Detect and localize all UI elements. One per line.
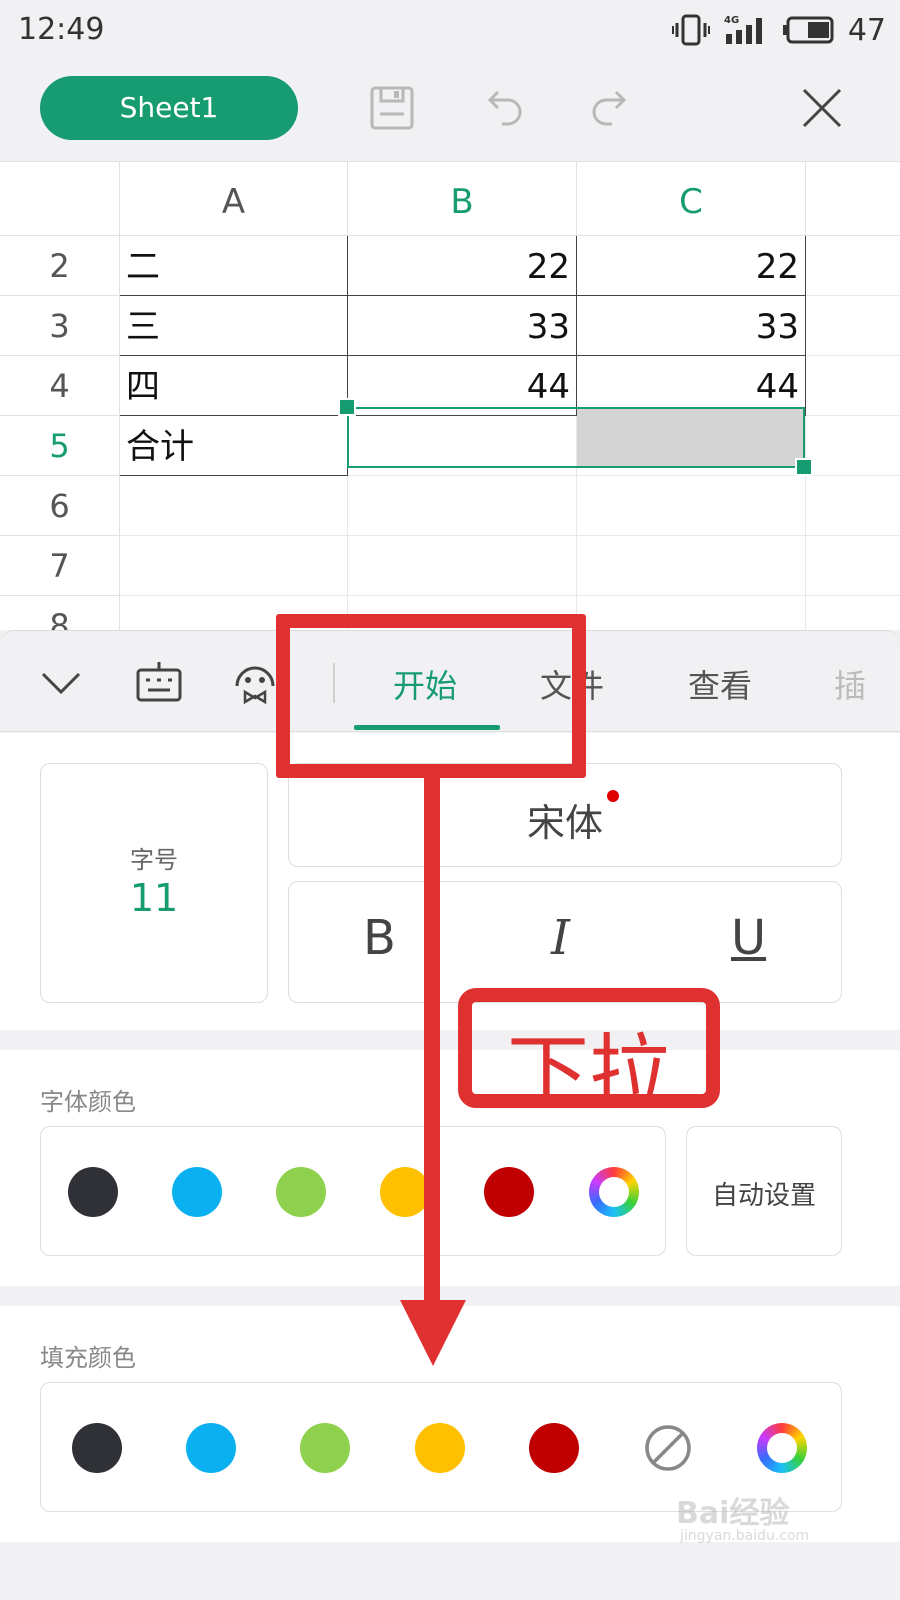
undo-icon[interactable] — [476, 82, 528, 134]
watermark-logo-text: Bai经验 — [676, 1496, 790, 1531]
status-time: 12:49 — [18, 12, 105, 47]
cell-a7[interactable] — [120, 536, 348, 596]
corner-cell[interactable] — [0, 162, 120, 236]
row-header[interactable]: 4 — [0, 356, 120, 416]
cell-a2[interactable]: 二 — [120, 236, 348, 296]
fill-color-swatch-yellow[interactable] — [415, 1423, 465, 1473]
selection-box — [347, 407, 805, 468]
cell-a4[interactable]: 四 — [120, 356, 348, 416]
cell-a3[interactable]: 三 — [120, 296, 348, 356]
column-header-b[interactable]: B — [348, 162, 577, 236]
redo-icon[interactable] — [586, 82, 638, 134]
font-color-swatch-blue[interactable] — [172, 1167, 222, 1217]
cell-c6[interactable] — [577, 476, 806, 536]
bold-button[interactable]: B — [363, 910, 396, 966]
row-header[interactable]: 3 — [0, 296, 120, 356]
font-color-title: 字体颜色 — [40, 1088, 136, 1116]
close-icon[interactable] — [796, 82, 848, 134]
font-name: 宋体 — [526, 801, 603, 845]
new-badge-dot — [607, 790, 619, 802]
font-name-button[interactable]: 宋体 — [288, 763, 842, 867]
cell-d6[interactable] — [806, 476, 900, 536]
fill-color-swatch-green[interactable] — [300, 1423, 350, 1473]
tab-view[interactable]: 查看 — [688, 661, 752, 707]
selection-handle-end[interactable] — [795, 458, 813, 476]
no-fill-icon[interactable] — [643, 1423, 693, 1473]
selection-handle-start[interactable] — [338, 398, 356, 416]
watermark-url: jingyan.baidu.com — [680, 1528, 810, 1544]
cell-b3[interactable]: 33 — [348, 296, 577, 356]
cell-b2[interactable]: 22 — [348, 236, 577, 296]
cell-d5[interactable] — [806, 416, 900, 476]
status-icons: 4G 47 — [671, 12, 886, 48]
cell-d3[interactable] — [806, 296, 900, 356]
text-style-group: B I U — [288, 881, 842, 1003]
collapse-chevron-down-icon[interactable] — [36, 657, 86, 707]
status-bar: 12:49 4G 47 — [0, 0, 900, 60]
annotation-label: 下拉 — [506, 1026, 671, 1121]
annotation-highlight-box — [276, 614, 586, 778]
baidu-jingyan-watermark: Bai经验 jingyan.baidu.com — [676, 1488, 876, 1558]
assistant-face-icon[interactable] — [230, 657, 280, 707]
row-header[interactable]: 7 — [0, 536, 120, 596]
row-header[interactable]: 8 — [0, 596, 120, 632]
row-header[interactable]: 2 — [0, 236, 120, 296]
tab-insert[interactable]: 插 — [834, 661, 866, 707]
italic-button[interactable]: I — [551, 910, 570, 966]
keyboard-icon[interactable] — [134, 657, 184, 707]
sheet-tab[interactable]: Sheet1 — [40, 76, 298, 140]
annotation-label-box: 下拉 — [458, 988, 720, 1121]
font-size-value: 11 — [129, 876, 179, 920]
cell-c7[interactable] — [577, 536, 806, 596]
font-color-picker-icon[interactable] — [589, 1167, 639, 1217]
fill-color-picker-icon[interactable] — [757, 1423, 807, 1473]
column-header-c[interactable]: C — [577, 162, 806, 236]
signal-4g-icon: 4G — [724, 15, 762, 44]
cell-d4[interactable] — [806, 356, 900, 416]
font-color-swatch-black[interactable] — [68, 1167, 118, 1217]
cell-c8[interactable] — [577, 596, 806, 632]
underline-button[interactable]: U — [731, 910, 766, 966]
font-size-button[interactable]: 字号 11 — [40, 763, 268, 1003]
fill-color-swatch-blue[interactable] — [186, 1423, 236, 1473]
vibrate-icon — [671, 14, 710, 46]
top-bar: Sheet1 — [0, 60, 900, 162]
row-header[interactable]: 6 — [0, 476, 120, 536]
cell-d7[interactable] — [806, 536, 900, 596]
cell-a6[interactable] — [120, 476, 348, 536]
font-color-swatch-red[interactable] — [484, 1167, 534, 1217]
cell-d2[interactable] — [806, 236, 900, 296]
cell-d8[interactable] — [806, 596, 900, 632]
fill-color-swatch-black[interactable] — [72, 1423, 122, 1473]
battery-icon — [782, 16, 834, 44]
font-size-label: 字号 — [130, 846, 178, 874]
auto-color-button[interactable]: 自动设置 — [686, 1126, 842, 1256]
cell-b6[interactable] — [348, 476, 577, 536]
font-color-palette — [40, 1126, 666, 1256]
save-icon[interactable] — [366, 82, 418, 134]
network-type: 4G — [724, 15, 739, 26]
column-header-a[interactable]: A — [120, 162, 348, 236]
cell-c2[interactable]: 22 — [577, 236, 806, 296]
battery-level: 47 — [847, 12, 886, 48]
cell-b7[interactable] — [348, 536, 577, 596]
fill-color-swatch-red[interactable] — [529, 1423, 579, 1473]
spreadsheet-grid[interactable]: A B C 2 二 22 22 3 三 33 33 4 四 44 44 5 合计… — [0, 162, 900, 632]
auto-color-label: 自动设置 — [711, 1181, 816, 1211]
font-color-swatch-green[interactable] — [276, 1167, 326, 1217]
row-header[interactable]: 5 — [0, 416, 120, 476]
cell-a5[interactable]: 合计 — [120, 416, 348, 476]
cell-c3[interactable]: 33 — [577, 296, 806, 356]
column-header-d[interactable] — [806, 162, 900, 236]
fill-color-title: 填充颜色 — [40, 1344, 136, 1372]
